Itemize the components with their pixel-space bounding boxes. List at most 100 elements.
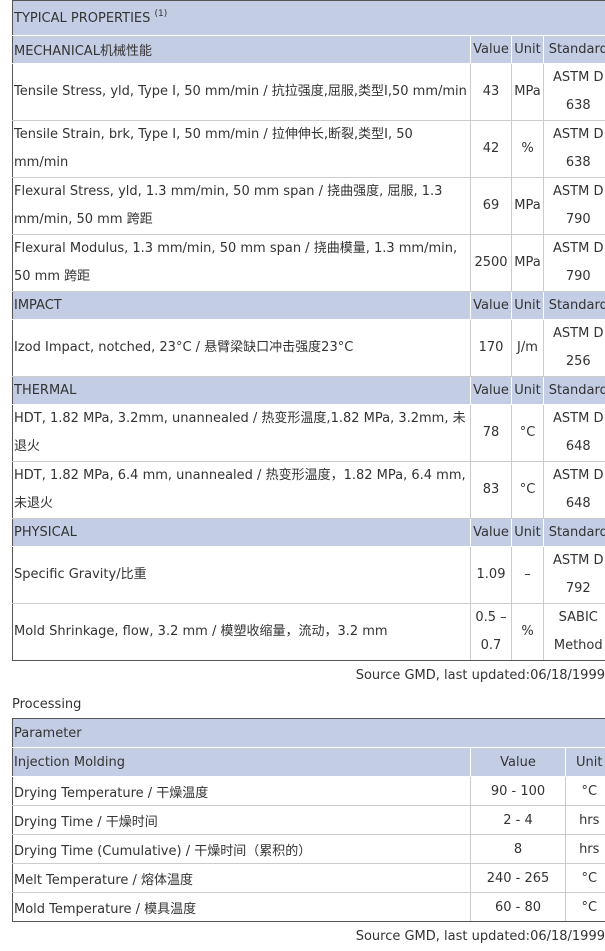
property-name: Tensile Strain, brk, Type I, 50 mm/min /…	[13, 121, 471, 178]
processing-col-unit: Unit	[566, 748, 605, 777]
section-name: PHYSICAL	[13, 519, 471, 547]
typical-properties-title-row: TYPICAL PROPERTIES (1)	[13, 1, 605, 36]
properties-source-note: Source GMD, last updated:06/18/1999	[12, 661, 605, 690]
property-unit: %	[512, 604, 544, 661]
processing-section-row: Injection Molding Value Unit	[13, 748, 605, 777]
property-standard: ASTM D 648	[544, 462, 605, 519]
property-value: 69	[471, 178, 512, 235]
section-name: IMPACT	[13, 292, 471, 320]
property-row: Tensile Stress, yld, Type I, 50 mm/min /…	[13, 64, 605, 121]
property-value: 2500	[471, 235, 512, 292]
col-header-standard: Standard	[544, 292, 605, 320]
processing-table: Parameter Injection Molding Value Unit D…	[12, 718, 605, 922]
section-header-row: IMPACTValueUnitStandard	[13, 292, 605, 320]
section-header-row: PHYSICALValueUnitStandard	[13, 519, 605, 547]
processing-param-value: 240 - 265	[471, 864, 566, 893]
property-row: Tensile Strain, brk, Type I, 50 mm/min /…	[13, 121, 605, 178]
property-unit: MPa	[512, 64, 544, 121]
property-standard: ASTM D 790	[544, 235, 605, 292]
col-header-value: Value	[471, 519, 512, 547]
processing-row: Drying Temperature / 干燥温度90 - 100°C	[13, 777, 605, 806]
property-unit: MPa	[512, 235, 544, 292]
processing-param-value: 60 - 80	[471, 893, 566, 922]
property-unit: %	[512, 121, 544, 178]
section-header-row: MECHANICAL机械性能ValueUnitStandard	[13, 36, 605, 64]
typical-properties-title: TYPICAL PROPERTIES (1)	[13, 1, 605, 36]
property-value: 1.09	[471, 547, 512, 604]
col-header-unit: Unit	[512, 519, 544, 547]
footnote-marker[interactable]: (1)	[155, 9, 168, 19]
property-standard: ASTM D 792	[544, 547, 605, 604]
processing-section-name: Injection Molding	[13, 748, 471, 777]
property-row: Specific Gravity/比重1.09–ASTM D 792	[13, 547, 605, 604]
processing-param-value: 8	[471, 835, 566, 864]
processing-param-name: Melt Temperature / 熔体温度	[13, 864, 471, 893]
property-unit: J/m	[512, 320, 544, 377]
property-name: Tensile Stress, yld, Type I, 50 mm/min /…	[13, 64, 471, 121]
processing-param-unit: °C	[566, 864, 605, 893]
section-name: MECHANICAL机械性能	[13, 36, 471, 64]
property-value: 43	[471, 64, 512, 121]
col-header-value: Value	[471, 36, 512, 64]
property-unit: °C	[512, 462, 544, 519]
processing-row: Drying Time (Cumulative) / 干燥时间（累积的）8hrs	[13, 835, 605, 864]
property-row: Flexural Stress, yld, 1.3 mm/min, 50 mm …	[13, 178, 605, 235]
property-standard: ASTM D 638	[544, 121, 605, 178]
processing-param-name: Mold Temperature / 模具温度	[13, 893, 471, 922]
processing-header: Parameter	[13, 719, 605, 748]
property-row: Flexural Modulus, 1.3 mm/min, 50 mm span…	[13, 235, 605, 292]
property-standard: ASTM D 648	[544, 405, 605, 462]
property-standard: ASTM D 790	[544, 178, 605, 235]
property-name: Flexural Modulus, 1.3 mm/min, 50 mm span…	[13, 235, 471, 292]
property-name: Flexural Stress, yld, 1.3 mm/min, 50 mm …	[13, 178, 471, 235]
typical-properties-table: TYPICAL PROPERTIES (1) MECHANICAL机械性能Val…	[12, 0, 605, 661]
typical-properties-title-text: TYPICAL PROPERTIES	[14, 11, 150, 26]
processing-row: Drying Time / 干燥时间2 - 4hrs	[13, 806, 605, 835]
property-unit: –	[512, 547, 544, 604]
property-row: Izod Impact, notched, 23°C / 悬臂梁缺口冲击强度23…	[13, 320, 605, 377]
col-header-unit: Unit	[512, 377, 544, 405]
processing-param-unit: hrs	[566, 806, 605, 835]
property-row: HDT, 1.82 MPa, 6.4 mm, unannealed / 热变形温…	[13, 462, 605, 519]
datasheet-page: TYPICAL PROPERTIES (1) MECHANICAL机械性能Val…	[12, 0, 605, 951]
processing-param-name: Drying Time (Cumulative) / 干燥时间（累积的）	[13, 835, 471, 864]
property-standard: ASTM D 256	[544, 320, 605, 377]
col-header-unit: Unit	[512, 36, 544, 64]
property-row: HDT, 1.82 MPa, 3.2mm, unannealed / 热变形温度…	[13, 405, 605, 462]
property-name: Izod Impact, notched, 23°C / 悬臂梁缺口冲击强度23…	[13, 320, 471, 377]
processing-header-row: Parameter	[13, 719, 605, 748]
processing-param-unit: °C	[566, 893, 605, 922]
properties-source-text: Source GMD, last updated:06/18/1999	[356, 661, 605, 690]
processing-title: Processing	[12, 690, 605, 718]
property-value: 170	[471, 320, 512, 377]
property-value: 83	[471, 462, 512, 519]
col-header-value: Value	[471, 377, 512, 405]
processing-row: Mold Temperature / 模具温度60 - 80°C	[13, 893, 605, 922]
processing-param-unit: °C	[566, 777, 605, 806]
property-unit: MPa	[512, 178, 544, 235]
processing-param-unit: hrs	[566, 835, 605, 864]
processing-col-value: Value	[471, 748, 566, 777]
processing-source-note: Source GMD, last updated:06/18/1999	[12, 922, 605, 951]
property-value: 78	[471, 405, 512, 462]
processing-param-value: 2 - 4	[471, 806, 566, 835]
col-header-standard: Standard	[544, 36, 605, 64]
section-header-row: THERMALValueUnitStandard	[13, 377, 605, 405]
col-header-value: Value	[471, 292, 512, 320]
col-header-unit: Unit	[512, 292, 544, 320]
section-name: THERMAL	[13, 377, 471, 405]
property-standard: ASTM D 638	[544, 64, 605, 121]
property-value: 42	[471, 121, 512, 178]
col-header-standard: Standard	[544, 519, 605, 547]
property-name: Specific Gravity/比重	[13, 547, 471, 604]
property-name: HDT, 1.82 MPa, 6.4 mm, unannealed / 热变形温…	[13, 462, 471, 519]
property-name: HDT, 1.82 MPa, 3.2mm, unannealed / 热变形温度…	[13, 405, 471, 462]
processing-row: Melt Temperature / 熔体温度240 - 265°C	[13, 864, 605, 893]
property-value: 0.5 – 0.7	[471, 604, 512, 661]
col-header-standard: Standard	[544, 377, 605, 405]
processing-param-name: Drying Temperature / 干燥温度	[13, 777, 471, 806]
property-name: Mold Shrinkage, flow, 3.2 mm / 模塑收缩量，流动，…	[13, 604, 471, 661]
property-standard: SABIC Method	[544, 604, 605, 661]
property-row: Mold Shrinkage, flow, 3.2 mm / 模塑收缩量，流动，…	[13, 604, 605, 661]
property-unit: °C	[512, 405, 544, 462]
